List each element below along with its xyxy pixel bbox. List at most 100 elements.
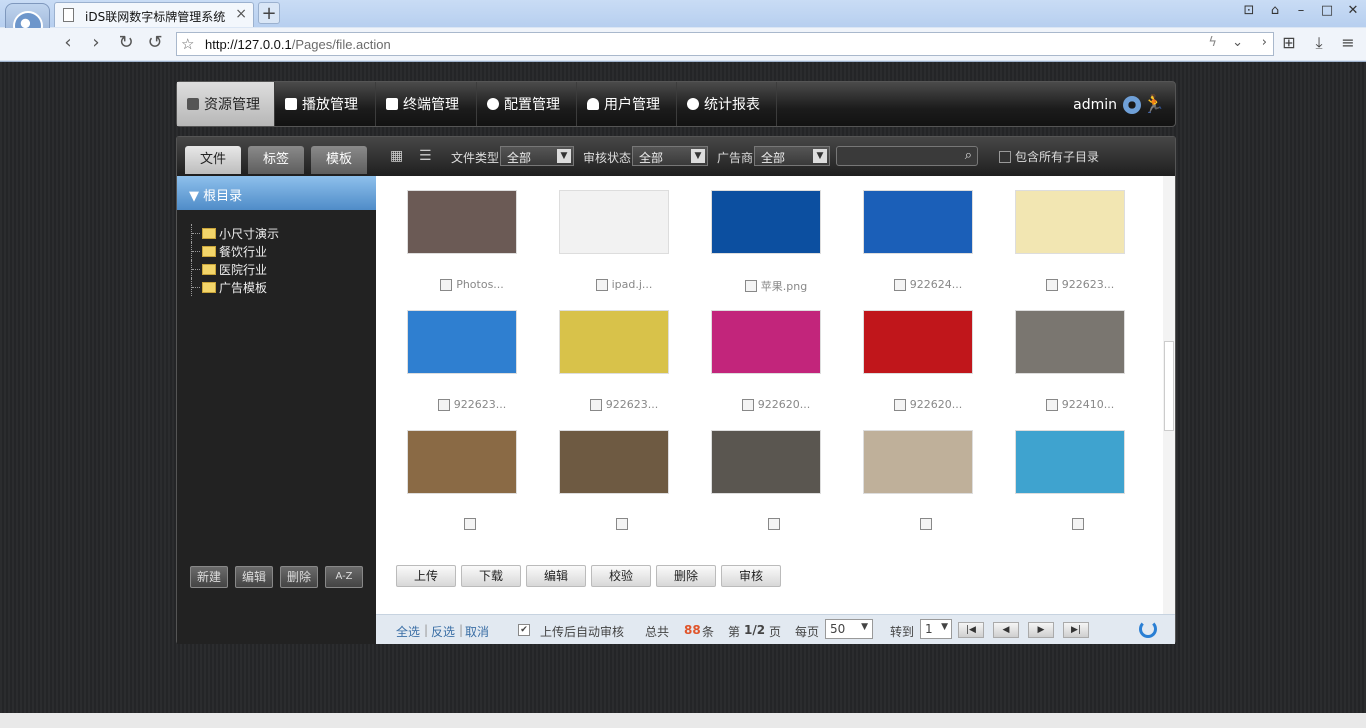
forward-icon[interactable]: › — [84, 32, 108, 56]
download-icon[interactable]: ⤓ — [1308, 33, 1330, 55]
nav-item-playback[interactable]: 播放管理 — [275, 82, 376, 126]
delete-button[interactable]: 删除 — [656, 565, 716, 587]
maximize-icon[interactable]: □ — [1314, 0, 1340, 22]
prev-page-icon[interactable]: ◀ — [993, 622, 1019, 638]
file-thumbnail[interactable]: 922620... — [852, 310, 1004, 418]
folder-item[interactable]: 餐饮行业 — [191, 242, 279, 260]
thumbnail-image[interactable] — [559, 430, 669, 494]
edit-folder-button[interactable]: 编辑 — [235, 566, 273, 588]
thumbnail-image[interactable] — [1015, 190, 1125, 254]
thumbnail-image[interactable] — [407, 190, 517, 254]
back-icon[interactable]: ‹ — [56, 32, 80, 56]
review-status-select[interactable]: 全部 ▼ — [632, 146, 708, 166]
folder-item[interactable]: 医院行业 — [191, 260, 279, 278]
url-text[interactable]: http://127.0.0.1/Pages/file.action — [205, 37, 391, 52]
new-folder-button[interactable]: 新建 — [190, 566, 228, 588]
nav-item-resources[interactable]: 资源管理 — [177, 82, 275, 126]
settings-gear-icon[interactable] — [1123, 96, 1141, 114]
thumbnail-image[interactable] — [407, 430, 517, 494]
refresh-icon[interactable] — [1139, 620, 1157, 638]
file-thumbnail[interactable]: 922410... — [1004, 310, 1156, 418]
lock-icon[interactable]: ⊡ — [1236, 0, 1262, 22]
tab-templates[interactable]: 模板 — [311, 146, 367, 174]
file-thumbnail[interactable] — [1004, 430, 1156, 538]
file-thumbnail[interactable] — [700, 430, 852, 538]
include-subdirs-checkbox[interactable] — [999, 150, 1011, 163]
list-view-icon[interactable]: ☰ — [419, 149, 433, 163]
address-bar[interactable]: ☆ http://127.0.0.1/Pages/file.action ϟ ⌄… — [176, 32, 1274, 56]
file-checkbox[interactable] — [1045, 398, 1058, 411]
upload-button[interactable]: 上传 — [396, 565, 456, 587]
file-thumbnail[interactable]: Photos... — [396, 190, 548, 298]
tab-tags[interactable]: 标签 — [248, 146, 304, 174]
next-icon[interactable]: › — [1262, 35, 1267, 50]
close-window-icon[interactable]: ✕ — [1340, 0, 1366, 22]
include-subdirs[interactable]: 包含所有子目录 — [999, 148, 1099, 165]
thumbnail-image[interactable] — [407, 310, 517, 374]
select-all-link[interactable]: 全选 — [396, 623, 420, 640]
scrollbar[interactable] — [1163, 176, 1175, 614]
undo-icon[interactable]: ↺ — [143, 32, 167, 56]
thumbnail-image[interactable] — [559, 190, 669, 254]
dropdown-icon[interactable]: ⌄ — [1232, 35, 1243, 50]
file-checkbox[interactable] — [1072, 518, 1084, 530]
edit-button[interactable]: 编辑 — [526, 565, 586, 587]
file-checkbox[interactable] — [741, 398, 754, 411]
thumbnail-image[interactable] — [1015, 430, 1125, 494]
thumbnail-image[interactable] — [711, 430, 821, 494]
file-checkbox[interactable] — [920, 518, 932, 530]
file-checkbox[interactable] — [464, 518, 476, 530]
browser-tab[interactable]: iDS联网数字标牌管理系统 × — [54, 2, 254, 27]
file-thumbnail[interactable]: 922620... — [700, 310, 852, 418]
file-checkbox[interactable] — [744, 280, 757, 292]
nav-item-config[interactable]: 配置管理 — [477, 82, 577, 126]
file-checkbox[interactable] — [616, 518, 628, 530]
file-checkbox[interactable] — [893, 278, 906, 291]
file-checkbox[interactable] — [440, 278, 453, 291]
reload-icon[interactable]: ↻ — [114, 32, 138, 56]
minimize-icon[interactable]: – — [1288, 0, 1314, 22]
tab-close-icon[interactable]: × — [235, 6, 247, 22]
sort-az-button[interactable]: A-Z — [325, 566, 363, 588]
nav-item-reports[interactable]: 统计报表 — [677, 82, 777, 126]
new-tab-button[interactable]: + — [258, 2, 280, 24]
advertiser-select[interactable]: 全部 ▼ — [754, 146, 830, 166]
thumbnail-image[interactable] — [711, 310, 821, 374]
search-icon[interactable]: ⌕ — [965, 148, 972, 163]
thumbnail-image[interactable] — [559, 310, 669, 374]
thumbnail-image[interactable] — [711, 190, 821, 254]
grid-view-icon[interactable]: ▦ — [390, 149, 404, 163]
first-page-icon[interactable]: |◀ — [958, 622, 984, 638]
file-thumbnail[interactable] — [852, 430, 1004, 538]
root-folder[interactable]: ▼ 根目录 — [177, 176, 376, 210]
favorites-icon[interactable]: ⊞ — [1278, 33, 1300, 55]
file-type-select[interactable]: 全部 ▼ — [500, 146, 574, 166]
goto-page-select[interactable]: 1 ▼ — [920, 619, 952, 639]
file-checkbox[interactable] — [437, 398, 450, 411]
lightning-icon[interactable]: ϟ — [1208, 35, 1217, 50]
file-thumbnail[interactable]: 苹果.png — [700, 190, 852, 298]
file-thumbnail[interactable] — [548, 430, 700, 538]
file-thumbnail[interactable]: 922623... — [1004, 190, 1156, 298]
cancel-selection-link[interactable]: 取消 — [465, 623, 489, 640]
download-button[interactable]: 下载 — [461, 565, 521, 587]
per-page-select[interactable]: 50 ▼ — [825, 619, 873, 639]
thumbnail-image[interactable] — [863, 430, 973, 494]
file-checkbox[interactable] — [893, 398, 906, 411]
file-checkbox[interactable] — [1045, 278, 1058, 291]
folder-item[interactable]: 小尺寸演示 — [191, 224, 279, 242]
nav-item-terminals[interactable]: 终端管理 — [376, 82, 477, 126]
file-checkbox[interactable] — [768, 518, 780, 530]
thumbnail-image[interactable] — [1015, 310, 1125, 374]
search-input[interactable]: ⌕ — [836, 146, 978, 166]
file-thumbnail[interactable]: 922623... — [396, 310, 548, 418]
review-button[interactable]: 审核 — [721, 565, 781, 587]
tab-files[interactable]: 文件 — [185, 146, 241, 174]
folder-item[interactable]: 广告模板 — [191, 278, 279, 296]
delete-folder-button[interactable]: 删除 — [280, 566, 318, 588]
invert-selection-link[interactable]: 反选 — [431, 623, 455, 640]
last-page-icon[interactable]: ▶| — [1063, 622, 1089, 638]
file-thumbnail[interactable]: 922624... — [852, 190, 1004, 298]
shirt-icon[interactable]: ⌂ — [1262, 0, 1288, 22]
scrollbar-thumb[interactable] — [1164, 341, 1174, 431]
